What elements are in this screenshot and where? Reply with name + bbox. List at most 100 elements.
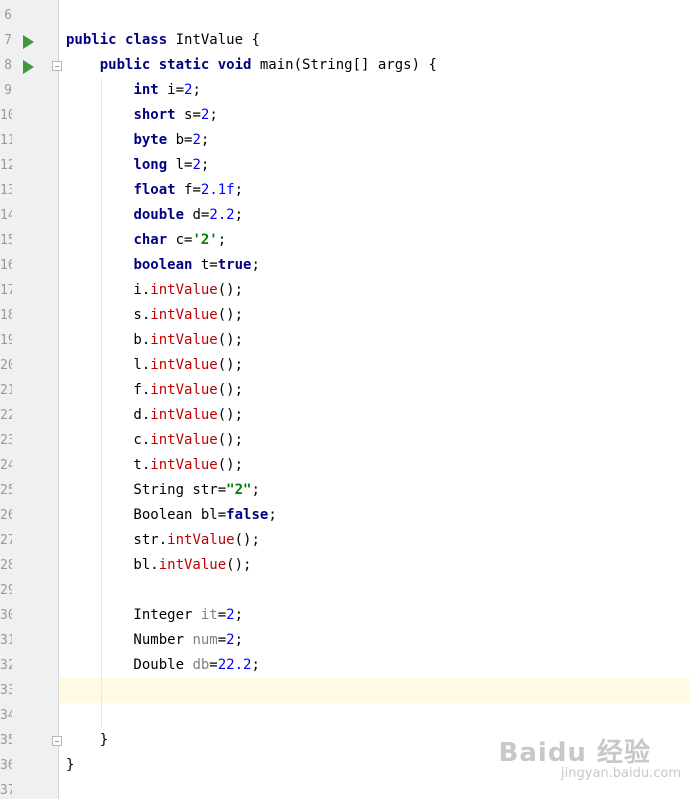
code-token-plain: } <box>66 732 109 748</box>
code-token-plain: (); <box>226 557 252 573</box>
code-line[interactable]: 29 <box>0 578 689 603</box>
fold-icon[interactable] <box>52 61 62 71</box>
code-token-plain: s. <box>66 307 151 323</box>
code-text: c.intValue(); <box>66 428 243 453</box>
code-text: t.intValue(); <box>66 453 243 478</box>
line-number: 14 <box>0 208 12 223</box>
run-icon[interactable] <box>23 60 34 74</box>
code-token-plain: ; <box>200 132 210 148</box>
code-token-plain: ; <box>251 482 260 498</box>
code-line[interactable]: 6 <box>0 3 689 28</box>
line-number: 15 <box>0 233 12 248</box>
code-line[interactable]: 34 <box>0 703 689 728</box>
code-line[interactable]: 24 t.intValue(); <box>0 453 689 478</box>
code-token-number: 2 <box>192 157 201 173</box>
code-line[interactable]: 16 boolean t=true; <box>0 253 689 278</box>
code-text: d.intValue(); <box>66 403 243 428</box>
code-text: char c='2'; <box>66 228 226 253</box>
code-text: str.intValue(); <box>66 528 259 553</box>
watermark-url: jingyan.baidu.com <box>561 766 681 781</box>
code-token-keyword: int <box>133 82 159 98</box>
code-token-method: intValue <box>150 382 218 398</box>
line-number: 6 <box>4 8 12 23</box>
code-token-method: intValue <box>167 532 235 548</box>
code-text: String str="2"; <box>66 478 260 503</box>
code-token-plain: (); <box>217 357 244 373</box>
code-text: double d=2.2; <box>66 203 243 228</box>
code-token-plain: Integer <box>66 607 201 623</box>
code-token-keyword: byte <box>133 132 168 148</box>
code-token-plain: c= <box>167 232 193 248</box>
code-token-plain: ; <box>192 82 201 98</box>
code-token-plain: ; <box>209 107 218 123</box>
code-token-plain: d= <box>184 207 210 223</box>
code-token-plain: (); <box>217 432 244 448</box>
code-line[interactable]: 21 f.intValue(); <box>0 378 689 403</box>
code-token-plain: c. <box>66 432 151 448</box>
code-line[interactable]: 22 d.intValue(); <box>0 403 689 428</box>
line-number: 23 <box>0 433 12 448</box>
code-token-plain: IntValue { <box>167 32 260 48</box>
line-number: 8 <box>4 58 12 73</box>
code-token-keyword: false <box>226 507 269 523</box>
code-line[interactable]: 28 bl.intValue(); <box>0 553 689 578</box>
code-text: f.intValue(); <box>66 378 243 403</box>
code-token-plain: f= <box>175 182 201 198</box>
line-number: 34 <box>0 708 12 723</box>
line-number: 17 <box>0 283 12 298</box>
watermark: Baidu 经验 jingyan.baidu.com <box>499 732 681 781</box>
code-token-plain: (); <box>217 407 244 423</box>
code-line[interactable]: 11 byte b=2; <box>0 128 689 153</box>
code-token-plain: String str= <box>66 482 227 498</box>
code-token-plain: (); <box>217 332 244 348</box>
line-number: 30 <box>0 608 12 623</box>
run-icon[interactable] <box>23 35 34 49</box>
code-line[interactable]: 13 float f=2.1f; <box>0 178 689 203</box>
line-number: 26 <box>0 508 12 523</box>
code-line[interactable]: 17 i.intValue(); <box>0 278 689 303</box>
code-line[interactable]: 10 short s=2; <box>0 103 689 128</box>
code-line[interactable]: 8 public static void main(String[] args)… <box>0 53 689 78</box>
code-line[interactable]: 25 String str="2"; <box>0 478 689 503</box>
code-line[interactable]: 9 int i=2; <box>0 78 689 103</box>
fold-icon[interactable] <box>52 736 62 746</box>
code-line[interactable]: 27 str.intValue(); <box>0 528 689 553</box>
code-text: public static void main(String[] args) { <box>66 53 437 78</box>
code-token-keyword: short <box>133 107 176 123</box>
line-number: 10 <box>0 108 12 123</box>
code-line[interactable]: 30 Integer it=2; <box>0 603 689 628</box>
code-line[interactable]: 7 public class IntValue { <box>0 28 689 53</box>
code-line[interactable]: 31 Number num=2; <box>0 628 689 653</box>
code-token-plain: (); <box>217 382 244 398</box>
code-token-keyword: public class <box>66 32 168 48</box>
code-token-plain: ; <box>268 507 277 523</box>
code-line[interactable]: 32 Double db=22.2; <box>0 653 689 678</box>
code-line[interactable]: 12 long l=2; <box>0 153 689 178</box>
code-token-keyword: char <box>133 232 168 248</box>
code-line[interactable]: 20 l.intValue(); <box>0 353 689 378</box>
code-line[interactable]: 15 char c='2'; <box>0 228 689 253</box>
code-token-plain: (); <box>217 457 244 473</box>
code-token-plain: ; <box>234 182 244 198</box>
line-number: 25 <box>0 483 12 498</box>
code-token-plain: main(String[] args) { <box>251 57 437 73</box>
code-token-unused: num <box>192 632 218 648</box>
line-number: 22 <box>0 408 12 423</box>
code-token-keyword: float <box>133 182 176 198</box>
code-line[interactable]: 18 s.intValue(); <box>0 303 689 328</box>
code-line[interactable]: 37 <box>0 778 689 803</box>
code-line[interactable]: 23 c.intValue(); <box>0 428 689 453</box>
code-line[interactable]: 14 double d=2.2; <box>0 203 689 228</box>
line-number: 33 <box>0 683 12 698</box>
line-number: 31 <box>0 633 12 648</box>
current-line[interactable]: 33 <box>0 678 689 703</box>
line-number: 29 <box>0 583 12 598</box>
code-token-string: "2" <box>226 482 252 498</box>
code-line[interactable]: 26 Boolean bl=false; <box>0 503 689 528</box>
code-line[interactable]: 19 b.intValue(); <box>0 328 689 353</box>
